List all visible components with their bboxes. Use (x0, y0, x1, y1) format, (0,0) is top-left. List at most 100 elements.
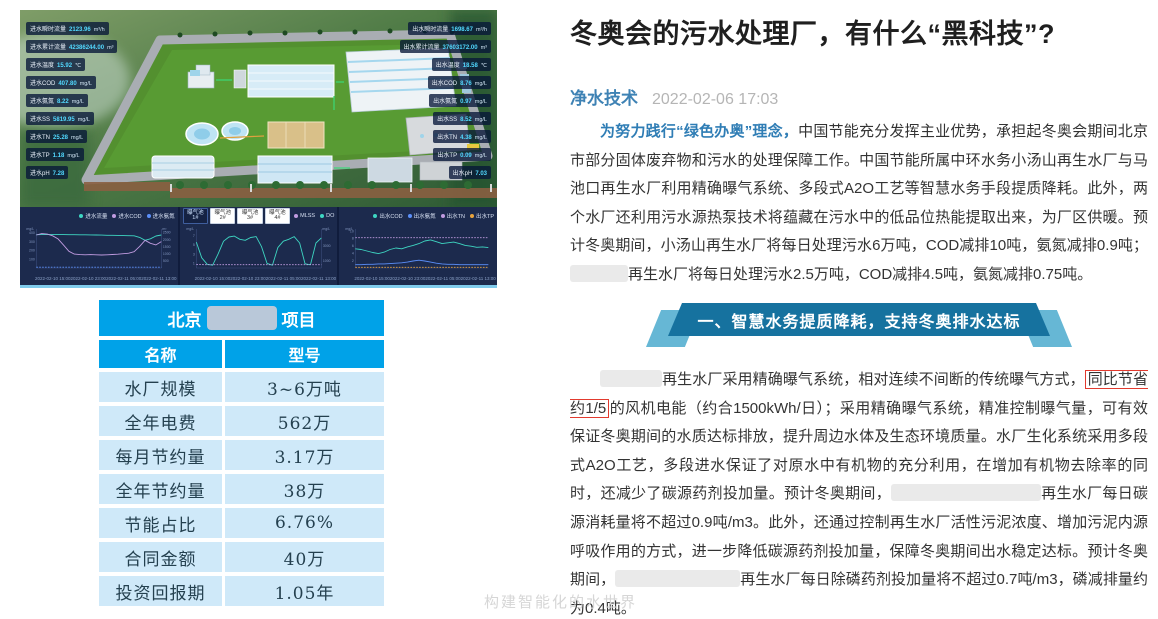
x-axis-label: 2022-02-11 13:00 (301, 276, 336, 283)
legend-item[interactable]: 出水TN (441, 212, 465, 220)
svg-text:10: 10 (350, 229, 354, 233)
svg-text:1000: 1000 (163, 252, 171, 256)
legend-dot (147, 214, 151, 218)
legend-item[interactable]: 进水氨氮 (147, 212, 175, 220)
outlet-metric-badge: 出水SS8.52mg/L (433, 112, 491, 125)
legend-item[interactable]: MLSS (294, 213, 315, 219)
table-row: 节能占比6.76% (99, 508, 384, 538)
x-axis-label: 2022-02-10 23:00 (230, 276, 266, 283)
line-chart: mg/Lmg/L135710003000 (183, 226, 335, 273)
svg-text:2500: 2500 (163, 230, 171, 234)
table-row: 全年电费562万 (99, 406, 384, 436)
legend-dot (79, 214, 83, 218)
metric-unit: mg/L (475, 153, 487, 159)
table-row: 每月节约量3.17万 (99, 440, 384, 470)
x-axis-label: 2022-02-11 13:00 (141, 276, 176, 283)
svg-text:8: 8 (352, 236, 354, 240)
table-title: 北京 项目 (99, 300, 384, 336)
metric-value: 0.97 (460, 99, 472, 105)
legend-label: 出水COD (379, 212, 402, 220)
metric-label: 进水温度 (30, 60, 54, 69)
metric-unit: mg/L (72, 99, 84, 105)
svg-text:1500: 1500 (163, 244, 171, 248)
metric-label: 进水TP (30, 150, 50, 159)
metric-unit: ℃ (75, 63, 81, 69)
table-value-cell: 3.17万 (225, 440, 384, 470)
table-name-cell: 水厂规模 (99, 372, 222, 402)
aeration-tank-tab[interactable]: 曝气池1# (183, 208, 208, 224)
inlet-metric-badge: 进水温度15.92℃ (26, 58, 85, 71)
article-byline: 净水技术 2022-02-06 17:03 (570, 84, 778, 109)
legend-item[interactable]: 进水COD (112, 212, 141, 220)
metric-unit: m³/h (94, 27, 105, 33)
aeration-basin (234, 65, 334, 97)
svg-text:300: 300 (29, 239, 35, 243)
x-axis-label: 2022-02-10 23:00 (390, 276, 426, 283)
metric-value: 8.22 (57, 99, 69, 105)
table-value-cell: 3~6万吨 (225, 372, 384, 402)
inlet-metric-badge: 进水pH7.28 (26, 166, 68, 179)
svg-text:1: 1 (193, 261, 195, 265)
x-axis-labels: 2022-02-10 15:002022-02-10 23:002022-02-… (23, 276, 175, 283)
outlet-metric-badge: 出水累计流量37603172.00m³ (400, 40, 491, 53)
metric-unit: m³ (107, 45, 113, 51)
chart-panel-inflow: 进水流量进水COD进水氨氮mg/Lm³100200300400500100015… (20, 207, 178, 285)
legend-item[interactable]: DO (320, 213, 334, 219)
table-value-cell: 38万 (225, 474, 384, 504)
chart-header: 出水COD 出水氨氮出水TN 出水TP (342, 210, 494, 222)
page: 进水瞬时流量2123.96m³/h进水累计流量42386244.00m³进水温度… (0, 0, 1158, 619)
dashboard-chart-strip: 进水流量进水COD进水氨氮mg/Lm³100200300400500100015… (20, 207, 497, 285)
inlet-metrics-column: 进水瞬时流量2123.96m³/h进水累计流量42386244.00m³进水温度… (26, 22, 117, 179)
legend-dot (408, 214, 412, 218)
table-title-prefix: 北京 (168, 306, 202, 331)
svg-text:3000: 3000 (323, 244, 331, 248)
metric-unit: mg/L (78, 117, 90, 123)
svg-text:5: 5 (193, 243, 195, 247)
metric-label: 出水COD (432, 78, 457, 87)
redacted-project-name (207, 306, 277, 330)
x-axis-label: 2022-02-10 15:00 (195, 276, 231, 283)
article-date: 2022-02-06 17:03 (652, 91, 778, 109)
aeration-tank-tab[interactable]: 曝气池3# (237, 208, 262, 224)
article-source[interactable]: 净水技术 (570, 84, 638, 109)
x-axis-label: 2022-02-11 13:00 (461, 276, 496, 283)
metric-label: 出水TN (437, 132, 457, 141)
plant-dashboard-image: 进水瞬时流量2123.96m³/h进水累计流量42386244.00m³进水温度… (20, 10, 497, 288)
line-chart: mg/L246810 (342, 226, 494, 273)
metric-value: 7.28 (53, 171, 65, 177)
aeration-tank-tab[interactable]: 曝气池4# (265, 208, 290, 224)
x-axis-label: 2022-02-11 05:00 (106, 276, 141, 283)
svg-text:500: 500 (163, 259, 169, 263)
inlet-metric-badge: 进水TN25.28mg/L (26, 130, 87, 143)
legend-item[interactable]: 出水TP (470, 212, 494, 220)
legend-label: 进水氨氮 (153, 212, 175, 220)
chart-panel-outflow: 出水COD出水氨氮出水TN出水TPmg/L2468102022-02-10 15… (339, 207, 497, 285)
table-title-suffix: 项目 (282, 306, 316, 331)
metric-label: 出水TP (437, 150, 457, 159)
legend-item[interactable]: 出水COD (373, 212, 402, 220)
x-axis-label: 2022-02-11 05:00 (425, 276, 460, 283)
metric-label: 进水pH (30, 168, 50, 177)
column-header-name: 名称 (99, 340, 222, 368)
metric-label: 进水累计流量 (30, 42, 66, 51)
svg-text:2: 2 (352, 258, 354, 262)
chart-legend: MLSS DO (294, 213, 334, 219)
metric-value: 4.38 (460, 135, 472, 141)
svg-text:400: 400 (29, 231, 35, 235)
legend-item[interactable]: 出水氨氮 (408, 212, 436, 220)
metric-value: 15.92 (57, 63, 72, 69)
metric-unit: m³ (481, 45, 487, 51)
table-row: 全年节约量38万 (99, 474, 384, 504)
outlet-metric-badge: 出水TP0.09mg/L (433, 148, 491, 161)
table-value-cell: 6.76% (225, 508, 384, 538)
metric-value: 1698.67 (451, 27, 473, 33)
chart-legend: 出水COD 出水氨氮出水TN 出水TP (373, 212, 494, 220)
legend-item[interactable]: 进水流量 (79, 212, 107, 220)
metric-label: 进水TN (30, 132, 50, 141)
metric-unit: ℃ (481, 63, 487, 69)
svg-text:1000: 1000 (323, 258, 331, 262)
aeration-tank-tab[interactable]: 曝气池2# (210, 208, 235, 224)
inlet-metric-badge: 进水累计流量42386244.00m³ (26, 40, 117, 53)
outlet-metric-badge: 出水COD8.76mg/L (428, 76, 491, 89)
article-title: 冬奥会的污水处理厂，有什么“黑科技”? (570, 12, 1148, 51)
